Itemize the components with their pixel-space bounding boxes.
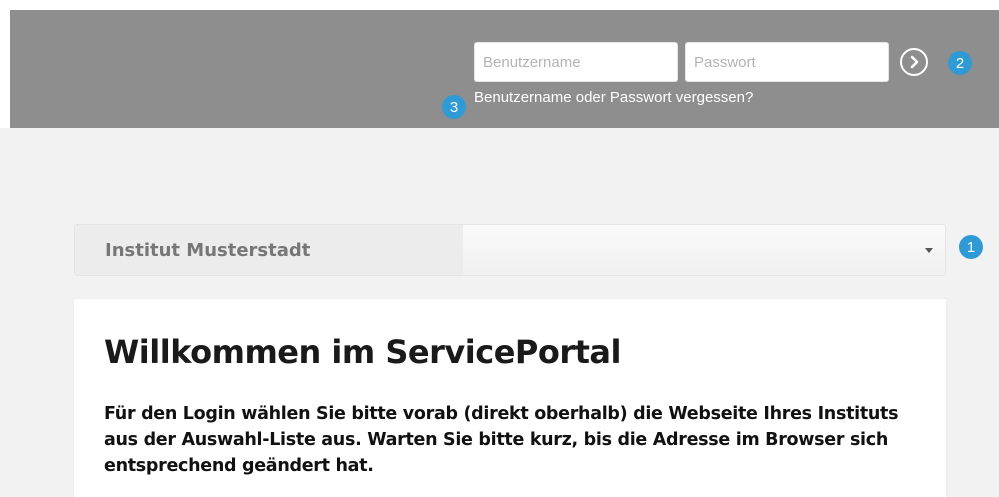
password-input[interactable] bbox=[685, 42, 889, 82]
username-input[interactable] bbox=[474, 42, 678, 82]
annotation-badge-2: 2 bbox=[948, 51, 972, 75]
forgot-credentials-link[interactable]: Benutzername oder Passwort vergessen? bbox=[474, 89, 753, 106]
welcome-title: Willkommen im ServicePortal bbox=[104, 333, 621, 371]
login-submit-button[interactable] bbox=[900, 48, 928, 76]
institute-select-value: Institut Musterstadt bbox=[105, 240, 311, 261]
caret-down-icon bbox=[925, 248, 933, 253]
annotation-badge-3: 3 bbox=[442, 95, 466, 119]
institute-select[interactable]: Institut Musterstadt bbox=[74, 224, 946, 276]
chevron-right-icon bbox=[910, 55, 919, 69]
annotation-badge-1: 1 bbox=[959, 235, 983, 259]
welcome-instructions: Für den Login wählen Sie bitte vorab (di… bbox=[104, 404, 899, 476]
welcome-panel: Willkommen im ServicePortal Für den Logi… bbox=[74, 299, 946, 497]
